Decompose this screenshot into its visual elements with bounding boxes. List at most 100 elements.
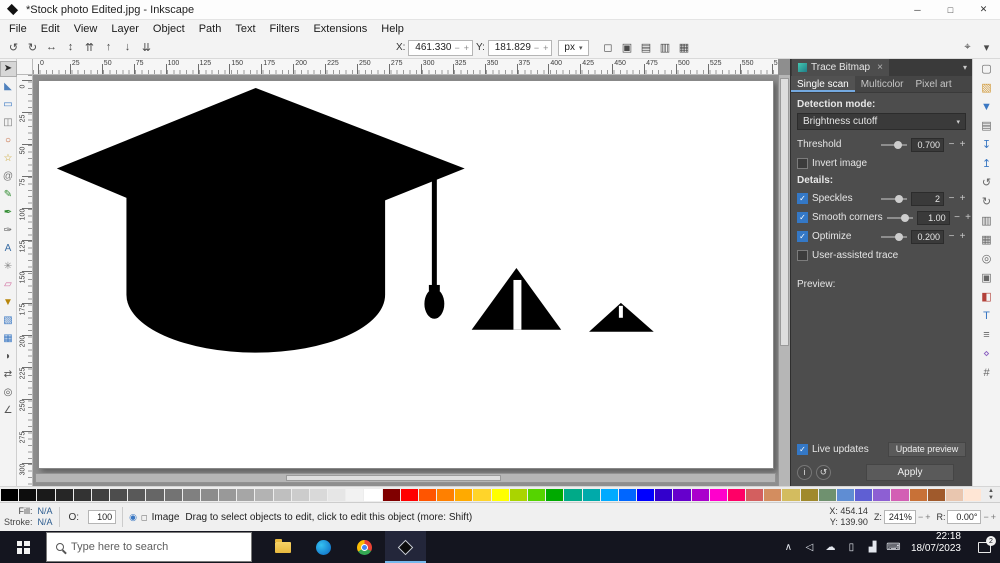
palette-swatch[interactable] bbox=[692, 489, 709, 501]
palette-swatch[interactable] bbox=[619, 489, 636, 501]
optimize-slider[interactable] bbox=[881, 236, 907, 238]
palette-swatch[interactable] bbox=[19, 489, 36, 501]
palette-swatch[interactable] bbox=[764, 489, 781, 501]
update-preview-button[interactable]: Update preview bbox=[888, 442, 966, 457]
star-tool[interactable]: ☆ bbox=[1, 152, 16, 166]
speckles-value[interactable]: 2 bbox=[911, 192, 944, 206]
lower-to-bottom-icon[interactable]: ⇊ bbox=[137, 41, 156, 54]
palette-swatch[interactable] bbox=[92, 489, 109, 501]
palette-swatch[interactable] bbox=[1, 489, 18, 501]
taskbar-clock[interactable]: 22:18 18/07/2023 bbox=[904, 531, 968, 563]
align-dialog-icon[interactable]: # bbox=[979, 366, 995, 381]
transform-pattern-icon[interactable]: ▦ bbox=[675, 41, 694, 54]
dropper-tool[interactable]: ◗ bbox=[1, 350, 16, 364]
zoom-drawing-icon[interactable]: ◎ bbox=[979, 252, 995, 267]
network-icon[interactable]: ▟ bbox=[862, 542, 883, 553]
tab-single-scan[interactable]: Single scan bbox=[791, 76, 855, 92]
user-assisted-checkbox[interactable] bbox=[797, 250, 808, 261]
palette-swatch[interactable] bbox=[183, 489, 200, 501]
palette-swatch[interactable] bbox=[56, 489, 73, 501]
speckles-decrement-button[interactable]: − bbox=[948, 193, 955, 204]
xml-editor-icon[interactable]: ⋄ bbox=[979, 347, 995, 362]
palette-swatch[interactable] bbox=[891, 489, 908, 501]
palette-swatch[interactable] bbox=[201, 489, 218, 501]
zoom-input[interactable]: 241% bbox=[884, 510, 916, 524]
palette-swatch[interactable] bbox=[473, 489, 490, 501]
x-increment-button[interactable]: + bbox=[463, 43, 470, 53]
minimize-button[interactable]: ─ bbox=[901, 0, 934, 19]
reset-button[interactable]: ↺ bbox=[816, 465, 831, 480]
palette-swatch[interactable] bbox=[74, 489, 91, 501]
taskbar-inkscape[interactable] bbox=[385, 531, 426, 563]
palette-swatch[interactable] bbox=[601, 489, 618, 501]
palette-swatch[interactable] bbox=[310, 489, 327, 501]
taskbar-search[interactable]: Type here to search bbox=[46, 532, 252, 562]
smooth-corners-value[interactable]: 1.00 bbox=[917, 211, 950, 225]
menu-text[interactable]: Text bbox=[228, 22, 262, 36]
smooth-corners-slider[interactable] bbox=[887, 217, 913, 219]
export-icon[interactable]: ↥ bbox=[979, 157, 995, 172]
optimize-checkbox[interactable]: ✓ bbox=[797, 231, 808, 242]
dialog-tab[interactable]: Trace Bitmap × bbox=[792, 59, 889, 76]
palette-swatch[interactable] bbox=[637, 489, 654, 501]
redo-icon[interactable]: ↻ bbox=[979, 195, 995, 210]
rotation-decrement-button[interactable]: − bbox=[983, 512, 988, 522]
palette-swatch[interactable] bbox=[364, 489, 381, 501]
action-center-button[interactable]: 2 bbox=[968, 531, 1000, 563]
menu-path[interactable]: Path bbox=[192, 22, 229, 36]
info-button[interactable]: i bbox=[797, 465, 812, 480]
rotate-ccw-icon[interactable]: ↺ bbox=[4, 41, 23, 54]
palette-swatch[interactable] bbox=[546, 489, 563, 501]
y-increment-button[interactable]: + bbox=[542, 43, 549, 53]
copy-icon[interactable]: ▥ bbox=[979, 214, 995, 229]
print-icon[interactable]: ▤ bbox=[979, 119, 995, 134]
connector-tool[interactable]: ⇄ bbox=[1, 368, 16, 382]
lock-ratio-icon[interactable]: ◻ bbox=[599, 41, 618, 54]
menu-file[interactable]: File bbox=[2, 22, 34, 36]
ellipse-tool[interactable]: ○ bbox=[1, 134, 16, 148]
hidden-icons-chevron-icon[interactable]: ∧ bbox=[778, 542, 799, 553]
threshold-value[interactable]: 0.700 bbox=[911, 138, 944, 152]
palette-swatch[interactable] bbox=[673, 489, 690, 501]
transform-stroke-icon[interactable]: ▣ bbox=[618, 41, 637, 54]
rotation-input[interactable]: 0.00° bbox=[947, 510, 981, 524]
optimize-decrement-button[interactable]: − bbox=[948, 231, 955, 242]
palette-swatch[interactable] bbox=[583, 489, 600, 501]
palette-swatch[interactable] bbox=[292, 489, 309, 501]
menu-layer[interactable]: Layer bbox=[104, 22, 146, 36]
pen-tool[interactable]: ✒ bbox=[1, 206, 16, 220]
smooth-corners-increment-button[interactable]: + bbox=[965, 212, 972, 223]
palette-swatch[interactable] bbox=[528, 489, 545, 501]
palette-swatch[interactable] bbox=[128, 489, 145, 501]
paste-icon[interactable]: ▦ bbox=[979, 233, 995, 248]
palette-swatch[interactable] bbox=[819, 489, 836, 501]
threshold-increment-button[interactable]: + bbox=[959, 139, 966, 150]
invert-image-checkbox[interactable] bbox=[797, 158, 808, 169]
layer-visibility-icon[interactable]: ◉ bbox=[129, 512, 137, 523]
optimize-value[interactable]: 0.200 bbox=[911, 230, 944, 244]
volume-icon[interactable]: ◁ bbox=[799, 542, 820, 553]
speckles-slider[interactable] bbox=[881, 198, 907, 200]
palette-up-icon[interactable]: ▲ bbox=[988, 488, 994, 495]
zoom-decrement-button[interactable]: − bbox=[918, 512, 923, 522]
traced-artwork[interactable] bbox=[39, 81, 773, 468]
tab-pixel-art[interactable]: Pixel art bbox=[910, 76, 958, 92]
open-document-icon[interactable]: ▧ bbox=[979, 81, 995, 96]
opacity-input[interactable]: 100 bbox=[88, 510, 116, 524]
palette-swatch[interactable] bbox=[655, 489, 672, 501]
selector-tool[interactable]: ➤ bbox=[1, 62, 16, 76]
units-dropdown[interactable]: px ▾ bbox=[558, 40, 588, 56]
palette-swatch[interactable] bbox=[110, 489, 127, 501]
layers-dialog-icon[interactable]: ≡ bbox=[979, 328, 995, 343]
fill-stroke-dialog-icon[interactable]: ◧ bbox=[979, 290, 995, 305]
new-document-icon[interactable]: ▢ bbox=[979, 62, 995, 77]
duplicate-icon[interactable]: ▣ bbox=[979, 271, 995, 286]
speckles-increment-button[interactable]: + bbox=[959, 193, 966, 204]
snap-toggle-icon[interactable]: ⌖ bbox=[958, 41, 977, 54]
speckles-checkbox[interactable]: ✓ bbox=[797, 193, 808, 204]
palette-swatch[interactable] bbox=[255, 489, 272, 501]
menu-object[interactable]: Object bbox=[146, 22, 192, 36]
transform-corners-icon[interactable]: ▤ bbox=[637, 41, 656, 54]
palette-swatch[interactable] bbox=[782, 489, 799, 501]
palette-swatch[interactable] bbox=[564, 489, 581, 501]
